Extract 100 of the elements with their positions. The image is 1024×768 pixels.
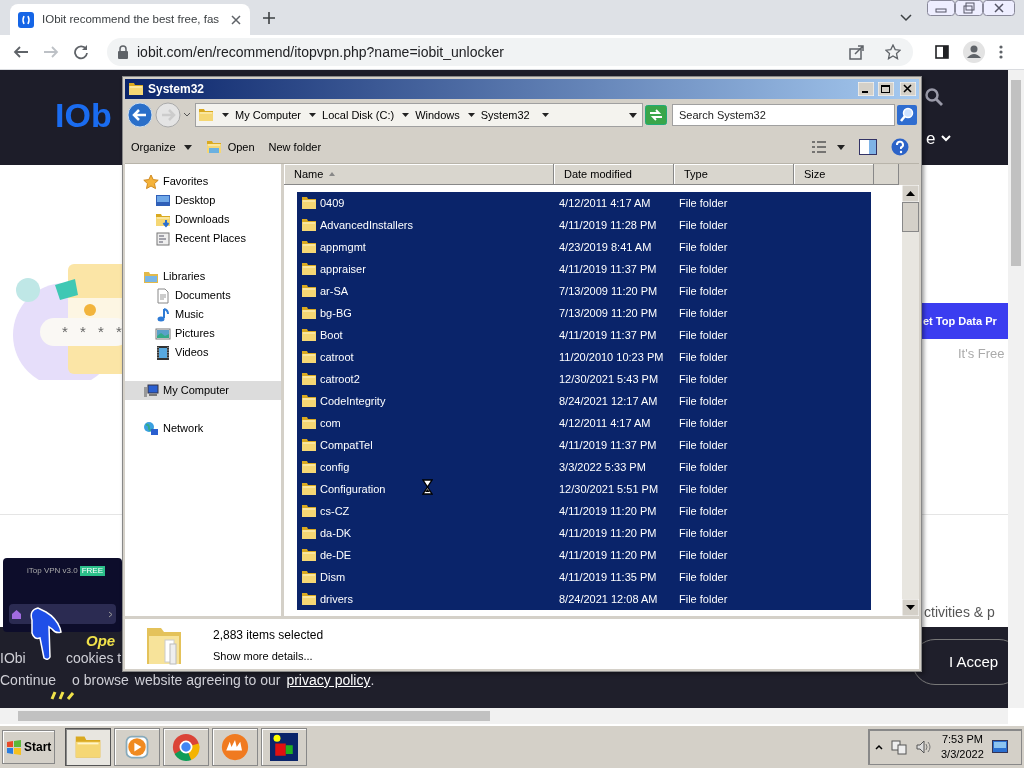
caret-icon[interactable] — [309, 113, 317, 117]
file-row[interactable]: drivers 8/24/2021 12:08 AM File folder — [297, 588, 871, 610]
breadcrumb-item[interactable]: My Computer — [235, 106, 302, 124]
file-row[interactable]: ar-SA 7/13/2009 11:20 PM File folder — [297, 280, 871, 302]
file-row[interactable]: cs-CZ 4/11/2019 11:20 PM File folder — [297, 500, 871, 522]
breadcrumb-item[interactable]: Local Disk (C:) — [322, 106, 395, 124]
file-row[interactable]: CompatTel 4/11/2019 11:37 PM File folder — [297, 434, 871, 456]
column-header[interactable]: Size — [794, 164, 874, 185]
date-cell-text: 11/20/2010 10:23 PM — [558, 349, 665, 365]
toolbar-button[interactable]: Open — [205, 138, 255, 156]
preview-pane-icon[interactable] — [859, 139, 877, 155]
date-cell-text: 4/12/2011 4:17 AM — [558, 415, 652, 431]
search-icon[interactable] — [897, 105, 917, 125]
clock-date[interactable]: 3/3/2022 — [941, 747, 984, 762]
desktop-icon — [155, 192, 171, 209]
file-row[interactable]: 0409 4/12/2011 4:17 AM File folder — [297, 192, 871, 214]
breadcrumb-item[interactable]: System32 — [480, 106, 530, 124]
file-row[interactable]: Dism 4/11/2019 11:35 PM File folder — [297, 566, 871, 588]
privacy-policy-link[interactable]: privacy policy — [286, 673, 371, 687]
file-row[interactable]: de-DE 4/11/2019 11:20 PM File folder — [297, 544, 871, 566]
caret-icon[interactable] — [900, 14, 912, 22]
address-bar[interactable]: iobit.com/en/recommend/itopvpn.php?name=iobit_unlocker — [107, 38, 913, 66]
nav-item[interactable]: My Computer — [125, 381, 281, 400]
close-icon[interactable] — [983, 0, 1015, 16]
caret-icon[interactable] — [467, 113, 475, 117]
file-row[interactable]: CodeIntegrity 8/24/2021 12:17 AM File folder — [297, 390, 871, 412]
vertical-scrollbar[interactable] — [1008, 70, 1024, 708]
file-row[interactable]: Boot 4/11/2019 11:37 PM File folder — [297, 324, 871, 346]
date-cell-text: 7/13/2009 11:20 PM — [558, 305, 659, 321]
show-details-link[interactable]: Show more details... — [213, 648, 324, 665]
file-row[interactable]: AdvancedInstallers 4/11/2019 11:28 PM File folder — [297, 214, 871, 236]
file-row[interactable]: catroot 11/20/2010 10:23 PM File folder — [297, 346, 871, 368]
back-icon[interactable] — [13, 44, 29, 60]
column-header[interactable]: Type — [674, 164, 794, 185]
refresh-icon[interactable] — [645, 105, 667, 125]
breadcrumb-item[interactable]: Windows — [415, 106, 460, 124]
caret-icon[interactable] — [402, 113, 410, 117]
reload-icon[interactable] — [73, 44, 89, 60]
toolbar-button[interactable]: New folder — [268, 138, 322, 156]
nav-item[interactable]: Documents — [125, 286, 281, 305]
address-field[interactable]: My Computer Local Disk (C:) Windows System32 — [195, 103, 643, 127]
nav-item[interactable]: Libraries — [125, 267, 281, 286]
column-header[interactable]: Name — [284, 164, 554, 185]
file-row[interactable]: bg-BG 7/13/2009 11:20 PM File folder — [297, 302, 871, 324]
folder-icon — [301, 217, 317, 233]
file-row[interactable]: catroot2 12/30/2021 5:43 PM File folder — [297, 368, 871, 390]
nav-item[interactable]: Favorites — [125, 172, 281, 191]
search-icon[interactable] — [925, 88, 943, 106]
file-row[interactable]: config 3/3/2022 5:33 PM File folder — [297, 456, 871, 478]
site-logo[interactable]: IOb — [55, 98, 112, 132]
caret-icon[interactable] — [837, 144, 845, 150]
toolbar-button[interactable]: Organize — [131, 138, 192, 156]
show-desktop-icon[interactable] — [991, 740, 1008, 754]
star-icon[interactable] — [885, 44, 901, 60]
volume-icon[interactable] — [915, 739, 931, 755]
nav-link[interactable]: e — [926, 130, 936, 147]
scroll-up-icon[interactable] — [902, 185, 919, 202]
caret-icon[interactable] — [629, 112, 637, 118]
profile-icon[interactable] — [963, 41, 985, 63]
search-field[interactable]: Search System32 — [672, 104, 895, 126]
type-cell-text: File folder — [678, 569, 729, 585]
free-badge: FREE — [79, 566, 106, 576]
file-row[interactable]: com 4/12/2011 4:17 AM File folder — [297, 412, 871, 434]
restore-icon[interactable] — [955, 0, 983, 16]
folder-icon — [301, 393, 317, 409]
menu-icon[interactable] — [999, 44, 1003, 60]
maximize-icon[interactable] — [878, 82, 894, 96]
chevron-up-icon[interactable] — [875, 744, 883, 750]
vertical-scrollbar[interactable] — [902, 185, 919, 616]
clock-time[interactable]: 7:53 PM — [941, 732, 983, 747]
selection-count: 2,883 items selected — [213, 627, 324, 645]
scroll-down-icon[interactable] — [902, 599, 919, 616]
network-icon[interactable] — [891, 739, 907, 755]
column-header[interactable]: Date modified — [554, 164, 674, 185]
nav-item[interactable]: Videos — [125, 343, 281, 362]
help-icon[interactable] — [891, 138, 909, 156]
file-row[interactable]: da-DK 4/11/2019 11:20 PM File folder — [297, 522, 871, 544]
share-icon[interactable] — [849, 44, 865, 60]
scroll-thumb[interactable] — [902, 202, 919, 232]
file-row[interactable]: appmgmt 4/23/2019 8:41 AM File folder — [297, 236, 871, 258]
nav-item[interactable]: Desktop — [125, 191, 281, 210]
horizontal-scrollbar[interactable] — [0, 708, 1008, 724]
nav-item[interactable]: Downloads — [125, 210, 281, 229]
film-icon — [155, 344, 171, 361]
caret-icon[interactable] — [222, 113, 229, 117]
taskbar-button[interactable] — [261, 728, 308, 766]
file-row[interactable]: appraiser 4/11/2019 11:37 PM File folder — [297, 258, 871, 280]
file-name: catroot2 — [320, 371, 360, 387]
side-panel-icon[interactable] — [935, 45, 949, 59]
start-button[interactable]: Start — [2, 730, 56, 764]
view-options-icon[interactable] — [811, 140, 827, 154]
back-icon[interactable] — [127, 102, 153, 128]
file-row[interactable]: Configuration 12/30/2021 5:51 PM File folder — [297, 478, 871, 500]
taskbar-button[interactable] — [65, 728, 112, 766]
nav-item[interactable]: Recent Places — [125, 229, 281, 248]
caret-icon[interactable] — [541, 113, 549, 117]
close-icon[interactable] — [230, 13, 242, 26]
new-tab-icon[interactable] — [262, 11, 276, 25]
nav-item[interactable]: Network — [125, 419, 281, 438]
download-button[interactable]: et Top Data Pr — [922, 303, 1008, 339]
